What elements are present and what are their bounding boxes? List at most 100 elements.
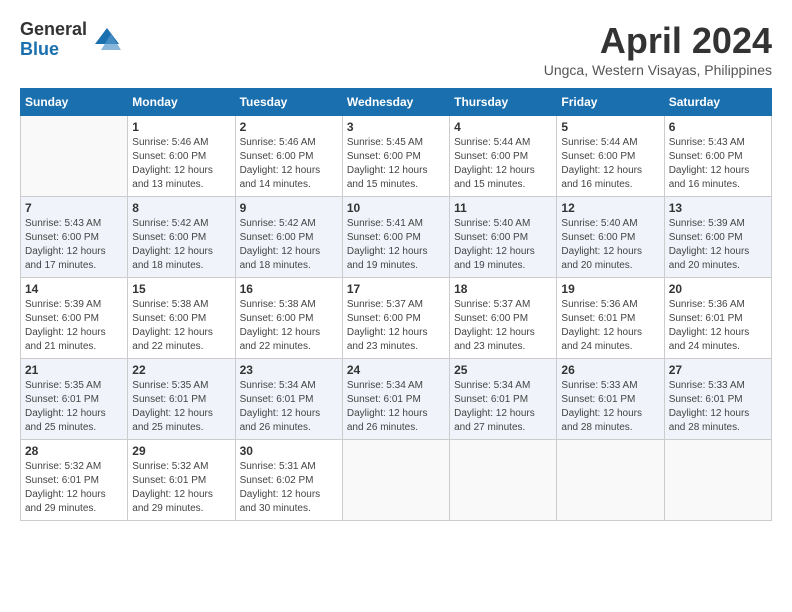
day-info: Sunrise: 5:45 AM Sunset: 6:00 PM Dayligh…: [347, 136, 445, 192]
location-subtitle: Ungca, Western Visayas, Philippines: [544, 62, 772, 78]
day-info: Sunrise: 5:33 AM Sunset: 6:01 PM Dayligh…: [669, 379, 767, 435]
month-year-title: April 2024: [544, 20, 772, 62]
calendar-table: SundayMondayTuesdayWednesdayThursdayFrid…: [20, 88, 772, 521]
calendar-cell: [664, 440, 771, 521]
header-sunday: Sunday: [21, 89, 128, 116]
day-number: 2: [240, 120, 338, 134]
day-number: 15: [132, 282, 230, 296]
calendar-cell: 18Sunrise: 5:37 AM Sunset: 6:00 PM Dayli…: [450, 278, 557, 359]
week-row-3: 14 Sunrise: 5:39 AM Sunset: 6:00 PM Dayli…: [21, 278, 772, 359]
day-info: Sunrise: 5:38 AM Sunset: 6:00 PM Dayligh…: [132, 298, 230, 354]
calendar-header-row: SundayMondayTuesdayWednesdayThursdayFrid…: [21, 89, 772, 116]
day-info: Sunrise: 5:31 AM Sunset: 6:02 PM Dayligh…: [240, 460, 338, 516]
calendar-cell: 8Sunrise: 5:42 AM Sunset: 6:00 PM Daylig…: [128, 197, 235, 278]
day-info: Sunrise: 5:34 AM Sunset: 6:01 PM Dayligh…: [240, 379, 338, 435]
day-info: Sunrise: 5:33 AM Sunset: 6:01 PM Dayligh…: [561, 379, 659, 435]
calendar-cell: 12Sunrise: 5:40 AM Sunset: 6:00 PM Dayli…: [557, 197, 664, 278]
day-number: 8: [132, 201, 230, 215]
calendar-cell: 19 Sunrise: 5:36 AM Sunset: 6:01 PM Dayli…: [557, 278, 664, 359]
logo-icon: [91, 24, 123, 56]
header-saturday: Saturday: [664, 89, 771, 116]
calendar-cell: [21, 116, 128, 197]
calendar-cell: 17 Sunrise: 5:37 AM Sunset: 6:00 PM Dayli…: [342, 278, 449, 359]
day-info: Sunrise: 5:39 AM Sunset: 6:00 PM Dayligh…: [25, 298, 123, 354]
day-info: Sunrise: 5:46 AM Sunset: 6:00 PM Dayligh…: [132, 136, 230, 192]
header-thursday: Thursday: [450, 89, 557, 116]
day-number: 29: [132, 444, 230, 458]
day-number: 21: [25, 363, 123, 377]
header-friday: Friday: [557, 89, 664, 116]
day-info: Sunrise: 5:37 AM Sunset: 6:00 PM Dayligh…: [347, 298, 445, 354]
calendar-cell: 11Sunrise: 5:40 AM Sunset: 6:00 PM Dayli…: [450, 197, 557, 278]
day-number: 30: [240, 444, 338, 458]
calendar-cell: 21 Sunrise: 5:35 AM Sunset: 6:01 PM Dayli…: [21, 359, 128, 440]
calendar-cell: 1 Sunrise: 5:46 AM Sunset: 6:00 PM Daylig…: [128, 116, 235, 197]
header-monday: Monday: [128, 89, 235, 116]
header-tuesday: Tuesday: [235, 89, 342, 116]
calendar-cell: 14 Sunrise: 5:39 AM Sunset: 6:00 PM Dayli…: [21, 278, 128, 359]
day-info: Sunrise: 5:35 AM Sunset: 6:01 PM Dayligh…: [25, 379, 123, 435]
day-number: 19: [561, 282, 659, 296]
day-info: Sunrise: 5:44 AM Sunset: 6:00 PM Dayligh…: [561, 136, 659, 192]
calendar-cell: 7Sunrise: 5:43 AM Sunset: 6:00 PM Daylig…: [21, 197, 128, 278]
calendar-cell: 15 Sunrise: 5:38 AM Sunset: 6:00 PM Dayli…: [128, 278, 235, 359]
day-number: 5: [561, 120, 659, 134]
header-wednesday: Wednesday: [342, 89, 449, 116]
day-number: 4: [454, 120, 552, 134]
day-number: 6: [669, 120, 767, 134]
week-row-5: 28Sunrise: 5:32 AM Sunset: 6:01 PM Dayli…: [21, 440, 772, 521]
calendar-cell: 2 Sunrise: 5:46 AM Sunset: 6:00 PM Daylig…: [235, 116, 342, 197]
page-header: General Blue April 2024 Ungca, Western V…: [20, 20, 772, 78]
day-info: Sunrise: 5:42 AM Sunset: 6:00 PM Dayligh…: [240, 217, 338, 273]
title-section: April 2024 Ungca, Western Visayas, Phili…: [544, 20, 772, 78]
day-number: 16: [240, 282, 338, 296]
day-number: 22: [132, 363, 230, 377]
day-number: 9: [240, 201, 338, 215]
week-row-1: 1 Sunrise: 5:46 AM Sunset: 6:00 PM Daylig…: [21, 116, 772, 197]
day-info: Sunrise: 5:32 AM Sunset: 6:01 PM Dayligh…: [132, 460, 230, 516]
calendar-cell: 5 Sunrise: 5:44 AM Sunset: 6:00 PM Daylig…: [557, 116, 664, 197]
day-info: Sunrise: 5:35 AM Sunset: 6:01 PM Dayligh…: [132, 379, 230, 435]
calendar-cell: 23 Sunrise: 5:34 AM Sunset: 6:01 PM Dayli…: [235, 359, 342, 440]
logo-general: General: [20, 20, 87, 40]
calendar-cell: 3Sunrise: 5:45 AM Sunset: 6:00 PM Daylig…: [342, 116, 449, 197]
calendar-cell: 10 Sunrise: 5:41 AM Sunset: 6:00 PM Dayli…: [342, 197, 449, 278]
calendar-cell: [450, 440, 557, 521]
calendar-cell: 24Sunrise: 5:34 AM Sunset: 6:01 PM Dayli…: [342, 359, 449, 440]
day-number: 23: [240, 363, 338, 377]
week-row-4: 21 Sunrise: 5:35 AM Sunset: 6:01 PM Dayli…: [21, 359, 772, 440]
calendar-cell: [557, 440, 664, 521]
day-info: Sunrise: 5:40 AM Sunset: 6:00 PM Dayligh…: [561, 217, 659, 273]
calendar-cell: 13 Sunrise: 5:39 AM Sunset: 6:00 PM Dayli…: [664, 197, 771, 278]
week-row-2: 7Sunrise: 5:43 AM Sunset: 6:00 PM Daylig…: [21, 197, 772, 278]
day-number: 26: [561, 363, 659, 377]
calendar-cell: 22 Sunrise: 5:35 AM Sunset: 6:01 PM Dayli…: [128, 359, 235, 440]
day-info: Sunrise: 5:41 AM Sunset: 6:00 PM Dayligh…: [347, 217, 445, 273]
calendar-cell: 27Sunrise: 5:33 AM Sunset: 6:01 PM Dayli…: [664, 359, 771, 440]
day-number: 1: [132, 120, 230, 134]
day-info: Sunrise: 5:44 AM Sunset: 6:00 PM Dayligh…: [454, 136, 552, 192]
calendar-cell: 28Sunrise: 5:32 AM Sunset: 6:01 PM Dayli…: [21, 440, 128, 521]
day-number: 10: [347, 201, 445, 215]
day-info: Sunrise: 5:40 AM Sunset: 6:00 PM Dayligh…: [454, 217, 552, 273]
calendar-cell: 29 Sunrise: 5:32 AM Sunset: 6:01 PM Dayli…: [128, 440, 235, 521]
logo-blue: Blue: [20, 40, 87, 60]
day-info: Sunrise: 5:36 AM Sunset: 6:01 PM Dayligh…: [561, 298, 659, 354]
day-number: 13: [669, 201, 767, 215]
day-number: 17: [347, 282, 445, 296]
calendar-cell: 25Sunrise: 5:34 AM Sunset: 6:01 PM Dayli…: [450, 359, 557, 440]
day-number: 14: [25, 282, 123, 296]
calendar-cell: 6 Sunrise: 5:43 AM Sunset: 6:00 PM Daylig…: [664, 116, 771, 197]
day-number: 25: [454, 363, 552, 377]
day-number: 24: [347, 363, 445, 377]
calendar-cell: 16 Sunrise: 5:38 AM Sunset: 6:00 PM Dayli…: [235, 278, 342, 359]
day-number: 18: [454, 282, 552, 296]
calendar-cell: 4 Sunrise: 5:44 AM Sunset: 6:00 PM Daylig…: [450, 116, 557, 197]
day-info: Sunrise: 5:39 AM Sunset: 6:00 PM Dayligh…: [669, 217, 767, 273]
day-info: Sunrise: 5:38 AM Sunset: 6:00 PM Dayligh…: [240, 298, 338, 354]
calendar-cell: 20Sunrise: 5:36 AM Sunset: 6:01 PM Dayli…: [664, 278, 771, 359]
day-info: Sunrise: 5:43 AM Sunset: 6:00 PM Dayligh…: [669, 136, 767, 192]
calendar-cell: 9 Sunrise: 5:42 AM Sunset: 6:00 PM Daylig…: [235, 197, 342, 278]
day-info: Sunrise: 5:46 AM Sunset: 6:00 PM Dayligh…: [240, 136, 338, 192]
day-info: Sunrise: 5:36 AM Sunset: 6:01 PM Dayligh…: [669, 298, 767, 354]
